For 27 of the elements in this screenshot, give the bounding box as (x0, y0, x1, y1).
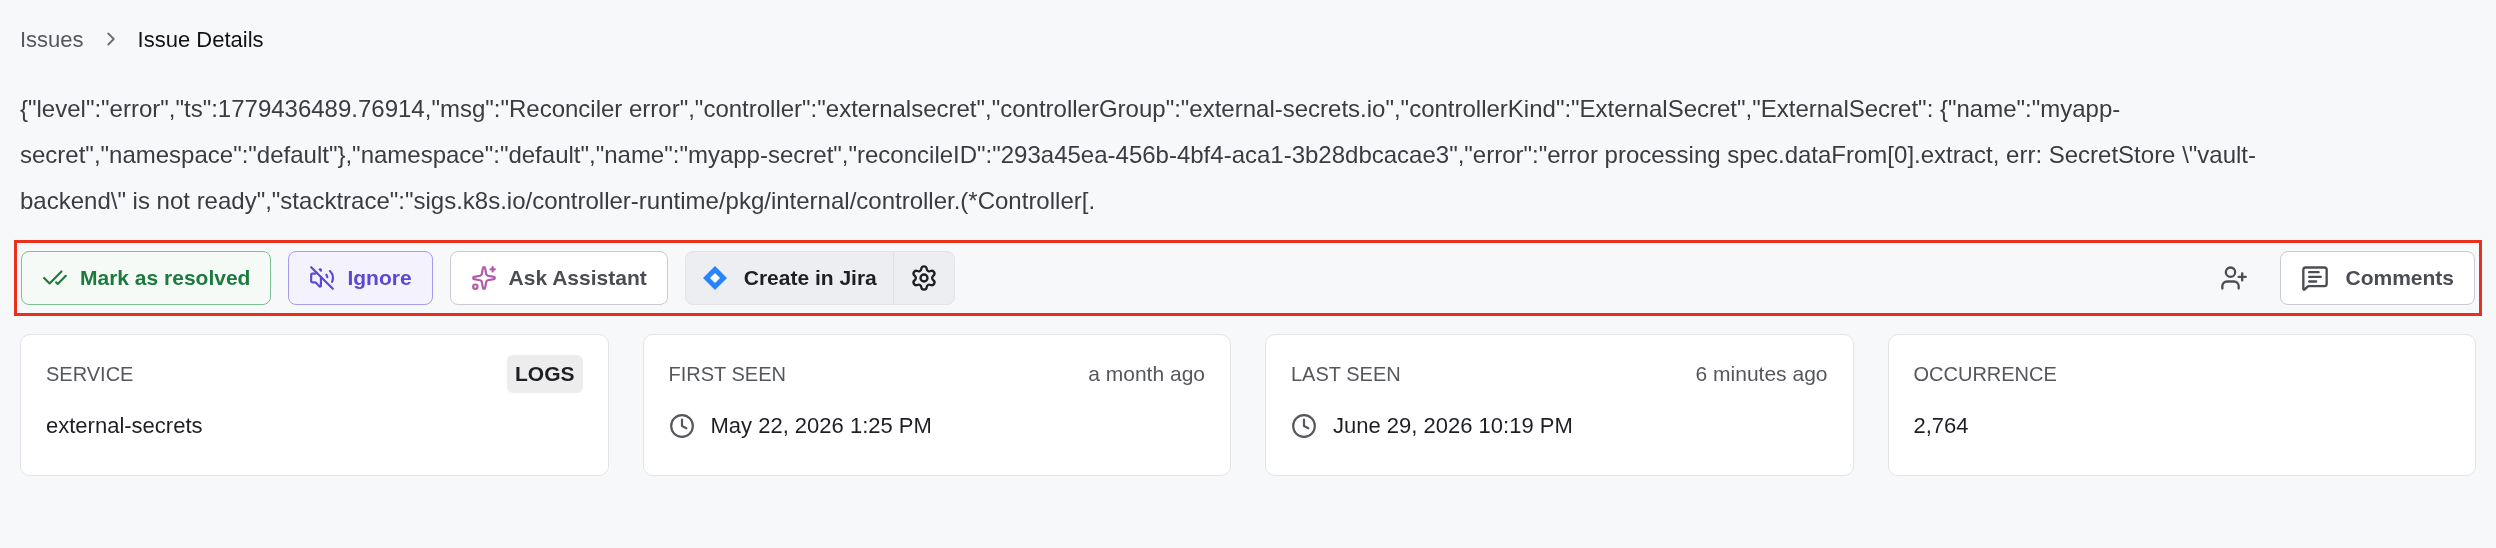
relative-time: 6 minutes ago (1695, 361, 1828, 388)
settings-icon (909, 264, 938, 292)
error-message: {"level":"error","ts":1779436489.76914,"msg":"Reconciler error","controller":"externalsecret","controllerGroup":"external-secrets.io","controllerKind":"ExternalSecret","ExternalSecret": {"name":"myapp-secret","namespace":"default"},"namespace":"default","name":"myapp-secret","reconcileID":"293a45ea-456b-4bf4-aca1-3b28dbcacae3","error":"error processing spec.dataFrom[0].extract, err: SecretStore \"vault-backend\" is not ready","stacktrace":"sigs.k8s.io/controller-runtime/pkg/internal/controller.(*Controller[. (20, 94, 2257, 216)
mark-resolved-button[interactable]: Mark as resolved (21, 251, 272, 305)
relative-time: a month ago (1088, 361, 1205, 388)
user-plus-icon (2220, 264, 2249, 292)
card-label: LAST SEEN (1291, 362, 1401, 387)
comment-icon (2301, 264, 2330, 292)
clock-icon (1291, 412, 1317, 439)
card-value: June 29, 2026 10:19 PM (1333, 412, 1573, 440)
clock-icon (668, 412, 695, 439)
card-value: May 22, 2026 1:25 PM (710, 412, 932, 440)
card-label: OCCURRENCE (1913, 362, 2057, 387)
card-value: 2,764 (1913, 412, 1969, 440)
comments-button[interactable]: Comments (2280, 251, 2475, 305)
ignore-button[interactable]: Ignore (288, 251, 433, 305)
breadcrumb-item: Issue Details (137, 25, 264, 54)
muted-speaker-icon (309, 265, 336, 291)
sparkles-icon (470, 265, 497, 291)
card-label: FIRST SEEN (668, 362, 786, 387)
card-value: external-secrets (46, 412, 203, 440)
create-in-jira-button[interactable]: Create in Jira (685, 252, 893, 304)
logs-badge[interactable]: LOGS (507, 355, 583, 393)
card-label: SERVICE (46, 362, 134, 387)
diamond-icon (701, 265, 728, 291)
breadcrumb-item[interactable]: Issues (20, 22, 84, 56)
ask-assistant-button[interactable]: Ask Assistant (449, 251, 668, 305)
